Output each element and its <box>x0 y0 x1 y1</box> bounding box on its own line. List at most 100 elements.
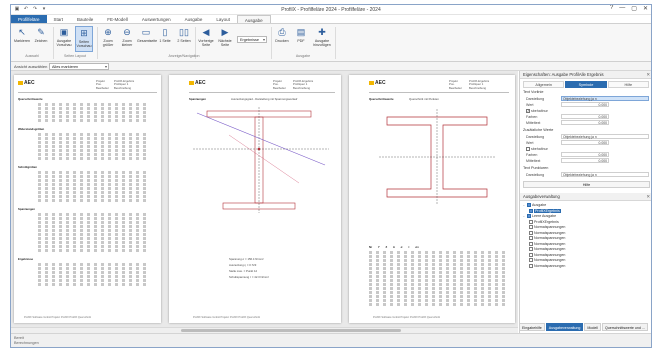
section-zusaetzliche-werte: Zusätzliche Werte <box>523 128 554 132</box>
tab-ausgabeverwaltung[interactable]: Ausgabeverwaltung <box>545 323 584 331</box>
tab-allgemein[interactable]: Allgemein <box>523 81 565 88</box>
hilfe-button[interactable]: Hilfe <box>523 181 650 188</box>
close-icon[interactable]: ✕ <box>646 71 650 79</box>
header-value: Beschreibung <box>293 85 311 90</box>
header-rule <box>369 92 509 93</box>
checkbox-label: sbehaltnur <box>531 147 548 151</box>
darstellung-dropdown[interactable]: Objektebeziehung ja n <box>561 172 649 177</box>
section-title: Spannungen <box>18 207 35 211</box>
group-auswahl: Auswahl <box>25 54 39 58</box>
tab-layout[interactable]: Layout <box>209 15 237 23</box>
tab-hilfe[interactable]: Hilfe <box>607 81 649 88</box>
help-icon[interactable]: ? <box>610 5 613 12</box>
preview-page-2[interactable]: AEC Projekt Pos. Bearbeiter ProfilX-Erge… <box>169 75 341 323</box>
document-icon <box>529 252 533 257</box>
output-panel-header: Ausgabeverwaltung ✕ <box>520 193 651 201</box>
th: Z <box>385 245 388 249</box>
mitteltext-input[interactable]: 0.000 <box>561 120 609 125</box>
th: σv <box>415 245 419 249</box>
tree-label: Leere Ausgabe <box>532 214 557 218</box>
header-key: Bearbeiter <box>96 85 109 90</box>
field-row: Mitteltext 0.000 <box>526 120 649 126</box>
tree-label: Ausgabe <box>532 203 547 207</box>
darstellung-dropdown[interactable]: Objektebeziehung ja n <box>561 96 649 101</box>
tab-fe-modell[interactable]: FE-Modell <box>100 15 135 23</box>
close-button[interactable]: ✕ <box>643 5 648 12</box>
checkbox-icon[interactable] <box>526 147 530 152</box>
darstellung-dropdown[interactable]: Objektebeziehung ja n <box>561 134 649 139</box>
result-line: Ausnutzung η = 0.723 <box>229 263 257 267</box>
farben-input[interactable]: 0.000 <box>561 114 609 119</box>
one-page-button[interactable]: ▯ 1 Seite <box>156 26 174 52</box>
next-page-button[interactable]: ▶ Nächste Seite <box>216 26 234 52</box>
drucken-button[interactable]: ⎙ Drucken <box>273 26 291 52</box>
gesamtseite-button[interactable]: ▭ Gesamtseite <box>137 26 157 52</box>
zeichen-button[interactable]: ✎ Zeichen <box>32 26 50 52</box>
checkbox-row[interactable]: ✓sbehaltnur <box>526 109 548 114</box>
tab-bauteile[interactable]: Bauteile <box>70 15 100 23</box>
header-value: Beschreibung <box>114 85 132 90</box>
tab-auswertungen[interactable]: Auswertungen <box>135 15 178 23</box>
ausgabe-hinzufuegen-button[interactable]: ✚ Ausgabe hinzufügen <box>311 26 333 52</box>
farben-input[interactable]: 0.000 <box>561 152 609 157</box>
tab-symbole[interactable]: Symbole <box>565 81 607 88</box>
group-seiten-layout: Seiten Layout <box>64 54 86 58</box>
preview-page-3[interactable]: AEC Projekt Pos. Bearbeiter ProfilX-Erge… <box>349 75 515 323</box>
zoom-out-button[interactable]: ⊖ Zoom kleiner <box>118 26 136 52</box>
stress-diagram <box>193 107 329 213</box>
result-line: Spannung σ = 156.4 N/mm² <box>229 257 264 261</box>
page-header-keys: Projekt Pos. Bearbeiter <box>449 79 462 90</box>
logo-text: AEC <box>24 80 35 86</box>
two-pages-button[interactable]: ▯▯ 2 Seiten <box>175 26 193 52</box>
ausgabe-vorschau-button[interactable]: ▣ Ausgabe Vorschau <box>55 26 73 52</box>
preview-page-1[interactable]: AEC Projekt Pos. Bearbeiter ProfilX-Erge… <box>14 75 161 323</box>
header-rule <box>189 92 335 93</box>
checkbox-icon[interactable]: ✓ <box>526 109 530 114</box>
separator <box>271 27 272 59</box>
properties-header: Eigenschaften: Ausgabe ProfilAlle Ergebn… <box>520 71 651 79</box>
mitteltext-input[interactable]: 0.000 <box>561 158 609 163</box>
checkbox-label: sbehaltnur <box>531 109 548 113</box>
ribbon: ↖ Markieren ✎ Zeichen Auswahl ▣ Ausgabe … <box>11 24 651 62</box>
pdf-button[interactable]: ▤ PDF <box>292 26 310 52</box>
preview-icon: ▣ <box>59 27 69 37</box>
aec-logo: AEC <box>18 80 35 86</box>
view-combo[interactable]: Alles markieren <box>49 63 109 70</box>
view-selector-bar: Ansicht auswählen Alles markieren <box>11 62 651 71</box>
ergebnisse-combo[interactable]: Ergebnisse <box>237 36 267 43</box>
tab-ausgabe-active[interactable]: Ausgabe <box>236 15 271 23</box>
tab-querschnittswerte[interactable]: Querschnittswerte und ... <box>601 323 648 331</box>
window-controls: ? — ▢ ✕ <box>610 5 648 12</box>
field-key: Farben <box>526 115 538 119</box>
output-icon <box>529 208 533 213</box>
tree-label: Normalspannungen <box>534 225 566 229</box>
tab-eingabehilfe[interactable]: Eingabehilfe <box>519 323 545 331</box>
field-key: Mitteltext <box>526 121 541 125</box>
tab-start[interactable]: Start <box>47 15 71 23</box>
checkbox-row[interactable]: sbehaltnur <box>526 147 548 152</box>
wert-input[interactable]: 0.000 <box>561 102 609 107</box>
document-icon <box>529 258 533 263</box>
tree-label: Normalspannungen <box>534 252 566 257</box>
tree-label: ProfilXErgebnis <box>534 219 559 224</box>
minimize-button[interactable]: — <box>619 5 625 12</box>
tree-node[interactable]: Normalspannungen <box>523 264 650 270</box>
wert-input[interactable]: 0.000 <box>561 140 609 145</box>
close-icon[interactable]: ✕ <box>646 193 650 201</box>
section-title: Widerstandsgrößen <box>18 127 45 131</box>
tree-label: Normalspannungen <box>534 258 566 262</box>
maximize-button[interactable]: ▢ <box>631 5 637 12</box>
pdf-icon: ▤ <box>296 27 306 37</box>
tab-file[interactable]: Profilfeläre <box>11 15 47 23</box>
zoom-in-button[interactable]: ⊕ Zoom größer <box>99 26 117 52</box>
scrollbar-thumb[interactable] <box>181 329 401 332</box>
tab-modell[interactable]: Modell <box>584 323 601 331</box>
tab-ausgabe[interactable]: Ausgabe <box>178 15 210 23</box>
markieren-button[interactable]: ↖ Markieren <box>13 26 31 52</box>
table-rows <box>38 263 148 287</box>
previous-page-button[interactable]: ◀ Vorherige Seite <box>197 26 215 52</box>
seiten-vorschau-button[interactable]: ⊞ Seiten Vorschau <box>75 26 93 52</box>
document-icon <box>529 247 533 252</box>
section-title: Schnittgrößen <box>18 165 37 169</box>
field-key: Wert <box>526 141 534 145</box>
